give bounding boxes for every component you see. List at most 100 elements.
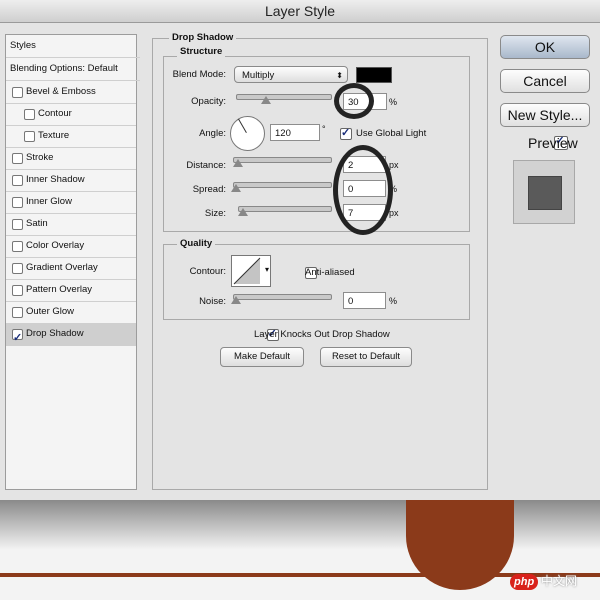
sidebar-item-label: Gradient Overlay xyxy=(26,262,98,273)
stroke-checkbox[interactable] xyxy=(12,153,23,164)
sidebar-item-inner-glow[interactable]: Inner Glow xyxy=(6,191,136,214)
angle-label: Angle: xyxy=(199,128,226,139)
layer-knocks-out-label: Layer Knocks Out Drop Shadow xyxy=(254,329,390,340)
make-default-button[interactable]: Make Default xyxy=(220,347,304,367)
distance-slider[interactable] xyxy=(233,157,332,163)
sidebar-item-label: Inner Glow xyxy=(26,196,72,207)
contour-picker[interactable]: ▾ xyxy=(231,255,271,287)
sidebar-item-label: Satin xyxy=(26,218,48,229)
highlight-ellipse-fields xyxy=(333,145,393,235)
cancel-button[interactable]: Cancel xyxy=(500,69,590,93)
use-global-light-checkbox[interactable] xyxy=(340,126,352,140)
sidebar-item-inner-shadow[interactable]: Inner Shadow xyxy=(6,169,136,192)
styles-list: Styles Blending Options: Default Bevel &… xyxy=(5,34,140,490)
blend-mode-label: Blend Mode: xyxy=(172,69,226,80)
sidebar-item-label: Blending Options: Default xyxy=(10,63,118,74)
quality-group xyxy=(163,244,470,320)
highlight-circle-opacity xyxy=(334,83,374,119)
spread-label: Spread: xyxy=(192,184,226,195)
distance-label: Distance: xyxy=(186,160,226,171)
color-overlay-checkbox[interactable] xyxy=(12,241,23,252)
sidebar-item-blending-options[interactable]: Blending Options: Default xyxy=(6,58,140,81)
opacity-slider[interactable] xyxy=(236,94,332,100)
contour-checkbox[interactable] xyxy=(24,109,35,120)
noise-input[interactable]: 0 xyxy=(343,292,386,309)
sidebar-item-pattern-overlay[interactable]: Pattern Overlay xyxy=(6,279,136,302)
distance-slider-thumb[interactable] xyxy=(233,159,243,167)
size-slider[interactable] xyxy=(238,206,332,212)
drop-shadow-checkbox[interactable] xyxy=(12,327,23,349)
sidebar-item-outer-glow[interactable]: Outer Glow xyxy=(6,301,136,324)
layer-style-dialog: Layer Style Styles Blending Options: Def… xyxy=(0,0,600,500)
noise-slider[interactable] xyxy=(233,294,332,300)
spread-slider-thumb[interactable] xyxy=(231,184,241,192)
preview-swatch xyxy=(528,176,562,210)
angle-value: 120 xyxy=(275,128,291,139)
make-default-label: Make Default xyxy=(234,351,290,362)
satin-checkbox[interactable] xyxy=(12,219,23,230)
blend-mode-select[interactable]: Multiply ⬍ xyxy=(234,66,348,83)
sidebar-item-label: Pattern Overlay xyxy=(26,284,92,295)
new-style-button[interactable]: New Style... xyxy=(500,103,590,127)
sidebar-item-label: Stroke xyxy=(26,152,54,163)
sidebar-item-label: Inner Shadow xyxy=(26,174,85,185)
window-title: Layer Style xyxy=(0,0,600,23)
sidebar-item-label: Outer Glow xyxy=(26,306,75,317)
size-unit: px xyxy=(389,208,399,218)
bevel-emboss-checkbox[interactable] xyxy=(12,87,23,98)
watermark: php 中文网 xyxy=(510,572,577,594)
sidebar-item-label: Color Overlay xyxy=(26,240,85,251)
sidebar-item-label: Bevel & Emboss xyxy=(26,86,96,97)
new-style-label: New Style... xyxy=(507,107,583,123)
angle-unit: ° xyxy=(322,124,326,134)
sidebar-item-label: Drop Shadow xyxy=(26,328,84,339)
php-logo: php xyxy=(510,574,539,590)
contour-linear-icon xyxy=(233,257,261,285)
noise-value: 0 xyxy=(348,296,354,307)
sidebar-item-color-overlay[interactable]: Color Overlay xyxy=(6,235,136,258)
sidebar-item-stroke[interactable]: Stroke xyxy=(6,147,136,170)
watermark-site-text: 中文网 xyxy=(540,574,577,588)
angle-dial[interactable] xyxy=(230,116,265,151)
shadow-color-fill xyxy=(357,68,391,82)
pattern-overlay-checkbox[interactable] xyxy=(12,285,23,296)
sidebar-item-texture[interactable]: Texture xyxy=(6,125,136,148)
opacity-unit: % xyxy=(389,97,398,107)
quality-title: Quality xyxy=(177,238,216,249)
drop-shadow-title: Drop Shadow xyxy=(169,32,237,43)
gradient-overlay-checkbox[interactable] xyxy=(12,263,23,274)
angle-input[interactable]: 120 xyxy=(270,124,320,141)
outer-glow-checkbox[interactable] xyxy=(12,307,23,318)
styles-header[interactable]: Styles xyxy=(6,35,140,58)
sidebar-item-satin[interactable]: Satin xyxy=(6,213,136,236)
angle-needle xyxy=(238,118,247,133)
texture-checkbox[interactable] xyxy=(24,131,35,142)
inner-shadow-checkbox[interactable] xyxy=(12,175,23,186)
sidebar-item-contour[interactable]: Contour xyxy=(6,103,136,126)
distance-unit: px xyxy=(389,160,399,170)
reset-to-default-label: Reset to Default xyxy=(331,351,401,362)
opacity-label: Opacity: xyxy=(191,96,226,107)
noise-unit: % xyxy=(389,296,398,306)
size-label: Size: xyxy=(204,208,226,219)
anti-aliased-label: Anti-aliased xyxy=(305,267,355,278)
sidebar-item-label: Contour xyxy=(38,108,72,119)
spread-slider[interactable] xyxy=(233,182,332,188)
styles-header-label: Styles xyxy=(10,40,36,51)
noise-slider-thumb[interactable] xyxy=(231,296,241,304)
preview-thumbnail xyxy=(513,160,575,224)
sidebar-item-gradient-overlay[interactable]: Gradient Overlay xyxy=(6,257,136,280)
blend-mode-value: Multiply xyxy=(242,70,275,81)
opacity-slider-thumb[interactable] xyxy=(261,96,271,104)
contour-label: Contour: xyxy=(189,266,226,277)
preview-label: Preview xyxy=(528,135,578,151)
noise-label: Noise: xyxy=(199,296,226,307)
ok-button[interactable]: OK xyxy=(500,35,590,59)
sidebar-item-drop-shadow[interactable]: Drop Shadow xyxy=(6,323,136,349)
shadow-color-swatch[interactable] xyxy=(356,67,392,83)
inner-glow-checkbox[interactable] xyxy=(12,197,23,208)
cancel-label: Cancel xyxy=(523,73,567,89)
sidebar-item-bevel-emboss[interactable]: Bevel & Emboss xyxy=(6,81,136,104)
size-slider-thumb[interactable] xyxy=(238,208,248,216)
reset-to-default-button[interactable]: Reset to Default xyxy=(320,347,412,367)
